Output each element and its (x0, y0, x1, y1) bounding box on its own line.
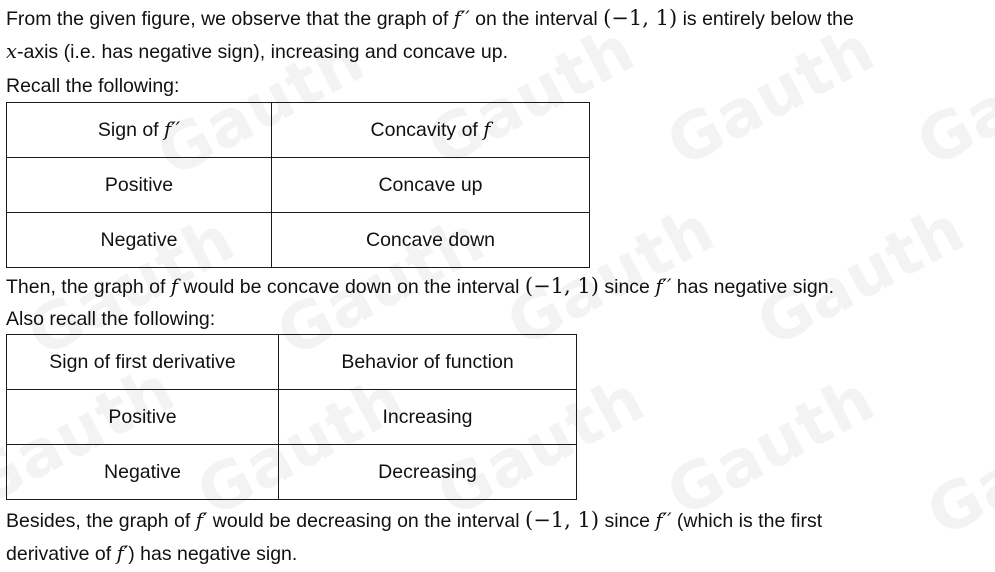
text: Sign of (97, 119, 165, 141)
conclusion-line-2: derivative of f′) has negative sign. (6, 542, 297, 566)
middle-line-2: Also recall the following: (6, 308, 216, 330)
f-symbol: f (170, 275, 178, 298)
table-cell: Negative (6, 444, 279, 500)
table-header-cell: Sign of f′′ (6, 102, 272, 158)
watermark: Gauth (915, 382, 995, 552)
watermark: Gauth (655, 362, 887, 532)
f-double-prime: f′′ (164, 118, 181, 141)
text: (which is the first (671, 510, 823, 532)
middle-line-1: Then, the graph of f would be concave do… (6, 274, 834, 299)
conclusion-line-1: Besides, the graph of f′ would be decrea… (6, 508, 822, 533)
table-cell: Decreasing (278, 444, 577, 500)
text: From the given figure, we observe that t… (6, 8, 454, 30)
table-header-row: Sign of first derivative Behavior of fun… (6, 334, 577, 390)
text: -axis (i.e. has negative sign), increasi… (17, 41, 509, 63)
table-row: Positive Concave up (6, 157, 590, 213)
table-row: Negative Decreasing (6, 444, 577, 500)
table-cell: Positive (6, 389, 279, 445)
text: on the interval (469, 8, 604, 30)
table-row: Positive Increasing (6, 389, 577, 445)
intro-line-2: x-axis (i.e. has negative sign), increas… (6, 40, 508, 64)
text: since (599, 510, 656, 532)
intro-line-3: Recall the following: (6, 75, 180, 97)
interval: (−1, 1) (524, 274, 599, 298)
intro-line-1: From the given figure, we observe that t… (6, 6, 854, 31)
f-double-prime: f′′ (453, 7, 470, 30)
f-double-prime: f′′ (655, 509, 672, 532)
text: ) has negative sign. (128, 543, 298, 565)
table-cell: Concave down (271, 212, 590, 268)
table-cell: Positive (6, 157, 272, 213)
derivative-behavior-table: Sign of first derivative Behavior of fun… (6, 334, 577, 500)
concavity-table: Sign of f′′ Concavity of f Positive Conc… (6, 102, 590, 268)
table-cell: Concave up (271, 157, 590, 213)
text: Concavity of (370, 119, 484, 141)
table-row: Negative Concave down (6, 212, 590, 268)
text: Besides, the graph of (6, 510, 196, 532)
table-header-cell: Sign of first derivative (6, 334, 279, 390)
text: since (598, 276, 656, 298)
watermark: Gauth (905, 12, 995, 182)
text: is entirely below the (677, 8, 854, 30)
f-symbol: f (483, 118, 491, 141)
text: has negative sign. (671, 276, 834, 298)
f-prime: f′ (195, 509, 208, 532)
x-variable: x (6, 40, 17, 63)
table-header-row: Sign of f′′ Concavity of f (6, 102, 590, 158)
table-cell: Increasing (278, 389, 577, 445)
interval: (−1, 1) (603, 6, 678, 30)
text: would be decreasing on the interval (207, 510, 525, 532)
f-double-prime: f′′ (655, 275, 672, 298)
table-header-cell: Concavity of f (271, 102, 590, 158)
table-header-cell: Behavior of function (278, 334, 577, 390)
f-prime: f′ (116, 542, 129, 565)
text: Then, the graph of (6, 276, 171, 298)
table-cell: Negative (6, 212, 272, 268)
text: derivative of (6, 543, 117, 565)
interval: (−1, 1) (525, 508, 600, 532)
text: would be concave down on the interval (178, 276, 525, 298)
watermark: Gauth (655, 12, 887, 182)
